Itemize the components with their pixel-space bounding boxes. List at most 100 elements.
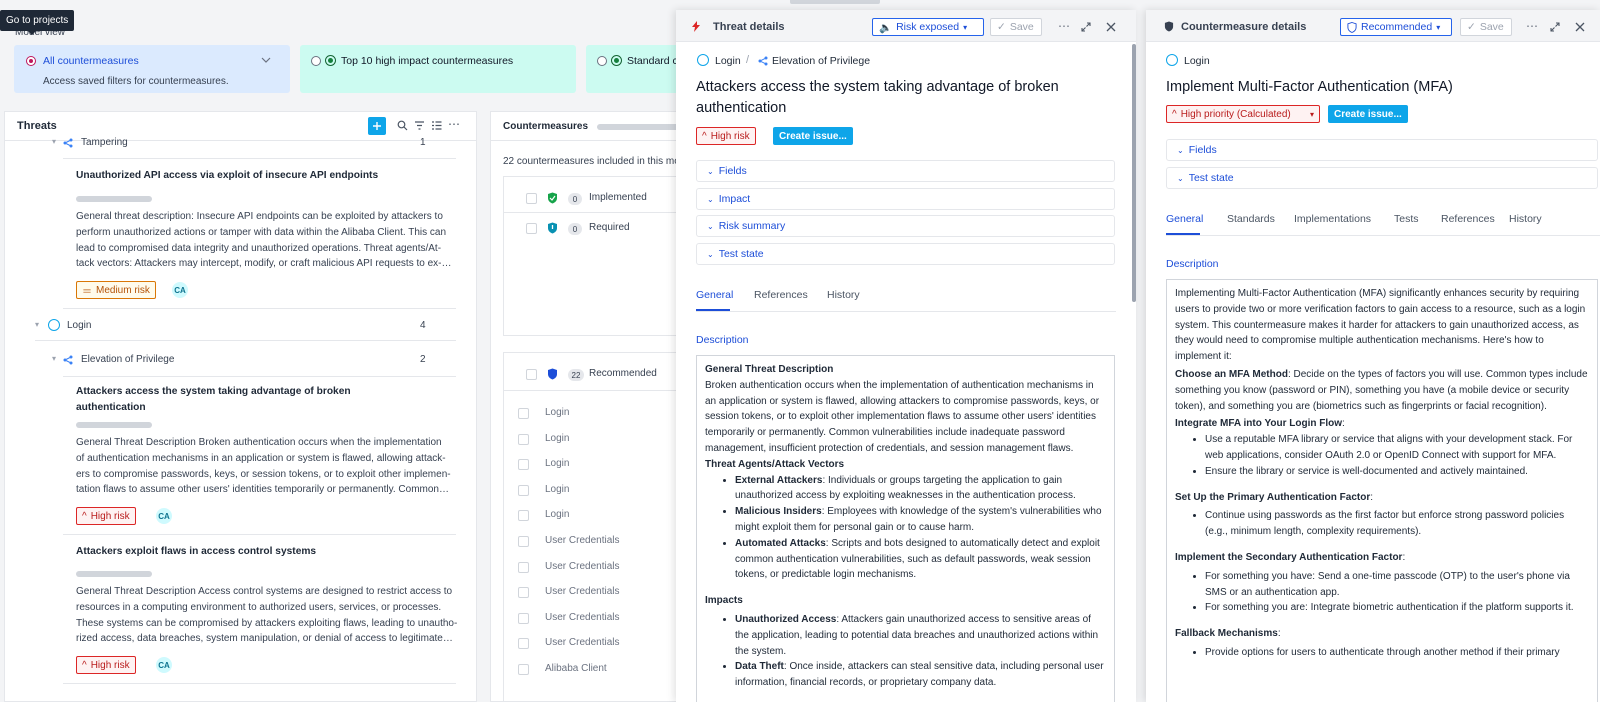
cm-row-component[interactable]: Login bbox=[545, 407, 569, 418]
risk-badge[interactable]: ＝ Medium risk bbox=[76, 281, 156, 299]
group-label[interactable]: Implemented bbox=[589, 192, 647, 203]
create-issue-button[interactable]: Create issue... bbox=[1328, 105, 1408, 123]
more-options-icon[interactable]: ⋯ bbox=[448, 117, 460, 131]
risk-badge[interactable]: ^ High risk bbox=[76, 656, 136, 674]
filter-card-top10[interactable]: Top 10 high impact countermeasures bbox=[300, 45, 576, 93]
more-options-icon[interactable]: ⋯ bbox=[1058, 19, 1070, 33]
tab-history[interactable]: History bbox=[827, 289, 860, 301]
expand-icon[interactable] bbox=[1081, 22, 1091, 32]
tab-implementations[interactable]: Implementations bbox=[1294, 213, 1371, 225]
checkbox[interactable] bbox=[518, 433, 529, 445]
radio-selected-icon[interactable] bbox=[26, 56, 36, 66]
tab-references[interactable]: References bbox=[754, 289, 808, 301]
close-icon[interactable] bbox=[1106, 22, 1116, 32]
chevron-up-icon: ^ bbox=[82, 659, 87, 671]
test-state-section[interactable]: ⌄ Test state bbox=[1166, 167, 1598, 189]
threat-title[interactable]: Unauthorized API access via exploit of i… bbox=[76, 168, 378, 184]
search-icon[interactable] bbox=[397, 120, 408, 131]
checkbox[interactable] bbox=[518, 408, 529, 419]
category-icon bbox=[63, 138, 74, 148]
component-icon bbox=[697, 54, 709, 66]
checkbox[interactable] bbox=[518, 484, 529, 496]
risk-summary-section[interactable]: ⌄ Risk summary bbox=[696, 215, 1115, 237]
save-button[interactable]: ✓ Save bbox=[990, 18, 1042, 36]
cm-status-dropdown[interactable]: Recommended ▾ bbox=[1340, 18, 1452, 36]
breadcrumb-category[interactable]: Elevation of Privilege bbox=[772, 55, 870, 67]
radio-icon[interactable] bbox=[311, 56, 321, 66]
speaker-icon: 🔈 bbox=[879, 21, 893, 34]
checkbox[interactable] bbox=[526, 223, 537, 234]
filter-icon[interactable] bbox=[414, 120, 425, 131]
save-button[interactable]: ✓ Save bbox=[1460, 18, 1512, 36]
fields-section[interactable]: ⌄ Fields bbox=[696, 160, 1115, 182]
group-label[interactable]: Recommended bbox=[589, 368, 657, 379]
chevron-down-icon[interactable] bbox=[261, 55, 271, 65]
checkbox[interactable] bbox=[526, 369, 537, 380]
shield-check-icon bbox=[547, 192, 558, 204]
add-threat-button[interactable] bbox=[368, 117, 386, 135]
tab-standards[interactable]: Standards bbox=[1227, 213, 1275, 225]
risk-badge[interactable]: ^ High risk bbox=[76, 507, 136, 525]
create-issue-button[interactable]: Create issue... bbox=[773, 127, 853, 145]
checkbox[interactable] bbox=[518, 510, 529, 522]
cm-row-component[interactable]: Login bbox=[545, 458, 569, 469]
checkbox[interactable] bbox=[518, 664, 529, 675]
chevron-down-icon: ⌄ bbox=[707, 166, 714, 176]
filter-card-all[interactable]: All countermeasures Access saved filters… bbox=[14, 45, 290, 93]
radio-icon[interactable] bbox=[597, 56, 607, 66]
chevron-down-icon: ⌄ bbox=[1177, 173, 1184, 183]
list-view-icon[interactable] bbox=[431, 120, 442, 131]
cm-row-component[interactable]: User Credentials bbox=[545, 535, 619, 546]
cm-row-component[interactable]: Login bbox=[545, 433, 569, 444]
risk-badge[interactable]: ^ High risk bbox=[696, 127, 756, 145]
impact-section[interactable]: ⌄ Impact bbox=[696, 188, 1115, 210]
checkbox[interactable] bbox=[518, 561, 529, 573]
cm-row-component[interactable]: Alibaba Client bbox=[545, 663, 607, 674]
fields-section[interactable]: ⌄ Fields bbox=[1166, 139, 1598, 161]
risk-status-dropdown[interactable]: 🔈 Risk exposed ▾ bbox=[872, 18, 984, 36]
chevron-down-icon[interactable]: ▾ bbox=[35, 320, 39, 329]
checkbox[interactable] bbox=[518, 587, 529, 599]
category-count: 2 bbox=[420, 354, 426, 365]
cm-row-component[interactable]: User Credentials bbox=[545, 561, 619, 572]
cm-row-component[interactable]: Login bbox=[545, 484, 569, 495]
chevron-down-icon[interactable]: ▾ bbox=[52, 354, 56, 363]
cm-row-component[interactable]: User Credentials bbox=[545, 637, 619, 648]
tab-general[interactable]: General bbox=[1166, 213, 1203, 225]
avatar[interactable]: CA bbox=[172, 282, 188, 298]
checkbox[interactable] bbox=[526, 193, 537, 204]
scrollbar[interactable] bbox=[1132, 44, 1136, 302]
desc-list-item: Provide options for users to authenticat… bbox=[1205, 645, 1589, 661]
group-label[interactable]: Required bbox=[589, 222, 630, 233]
expand-icon[interactable] bbox=[1550, 22, 1560, 32]
checkbox[interactable] bbox=[518, 536, 529, 547]
breadcrumb-component[interactable]: Login bbox=[1184, 55, 1210, 67]
threat-title[interactable]: Attackers exploit flaws in access contro… bbox=[76, 544, 316, 560]
test-state-section[interactable]: ⌄ Test state bbox=[696, 243, 1115, 265]
cm-row-component[interactable]: User Credentials bbox=[545, 586, 619, 597]
cm-description-box[interactable]: Implementing Multi-Factor Authentication… bbox=[1166, 279, 1598, 702]
checkbox[interactable] bbox=[518, 459, 529, 471]
chevron-down-icon: ⌄ bbox=[707, 221, 714, 231]
avatar[interactable]: CA bbox=[156, 508, 172, 524]
desc-list-item: Continue using passwords as the first fa… bbox=[1205, 508, 1589, 540]
cm-row-component[interactable]: Login bbox=[545, 509, 569, 520]
tab-history[interactable]: History bbox=[1509, 213, 1542, 225]
threat-title[interactable]: Attackers access the system taking advan… bbox=[76, 384, 351, 416]
cm-row-component[interactable]: User Credentials bbox=[545, 612, 619, 623]
close-icon[interactable] bbox=[1575, 22, 1585, 32]
cm-tabs: General Standards Implementations Tests … bbox=[1166, 213, 1600, 237]
breadcrumb-component[interactable]: Login bbox=[715, 55, 741, 67]
threat-description-box[interactable]: General Threat Description Broken authen… bbox=[696, 355, 1115, 702]
avatar[interactable]: CA bbox=[156, 657, 172, 673]
checkbox[interactable] bbox=[518, 612, 529, 624]
tab-tests[interactable]: Tests bbox=[1394, 213, 1419, 225]
checkbox[interactable] bbox=[518, 638, 529, 650]
priority-dropdown[interactable]: ^ High priority (Calculated) ▾ bbox=[1166, 105, 1320, 123]
tab-references[interactable]: References bbox=[1441, 213, 1495, 225]
chevron-down-icon[interactable]: ▾ bbox=[52, 137, 56, 146]
tab-general[interactable]: General bbox=[696, 289, 733, 301]
more-options-icon[interactable]: ⋯ bbox=[1526, 19, 1538, 33]
desc-list-item: Data Theft: Once inside, attackers can s… bbox=[735, 659, 1106, 691]
desc-list-item: For something you are: Integrate biometr… bbox=[1205, 600, 1589, 616]
